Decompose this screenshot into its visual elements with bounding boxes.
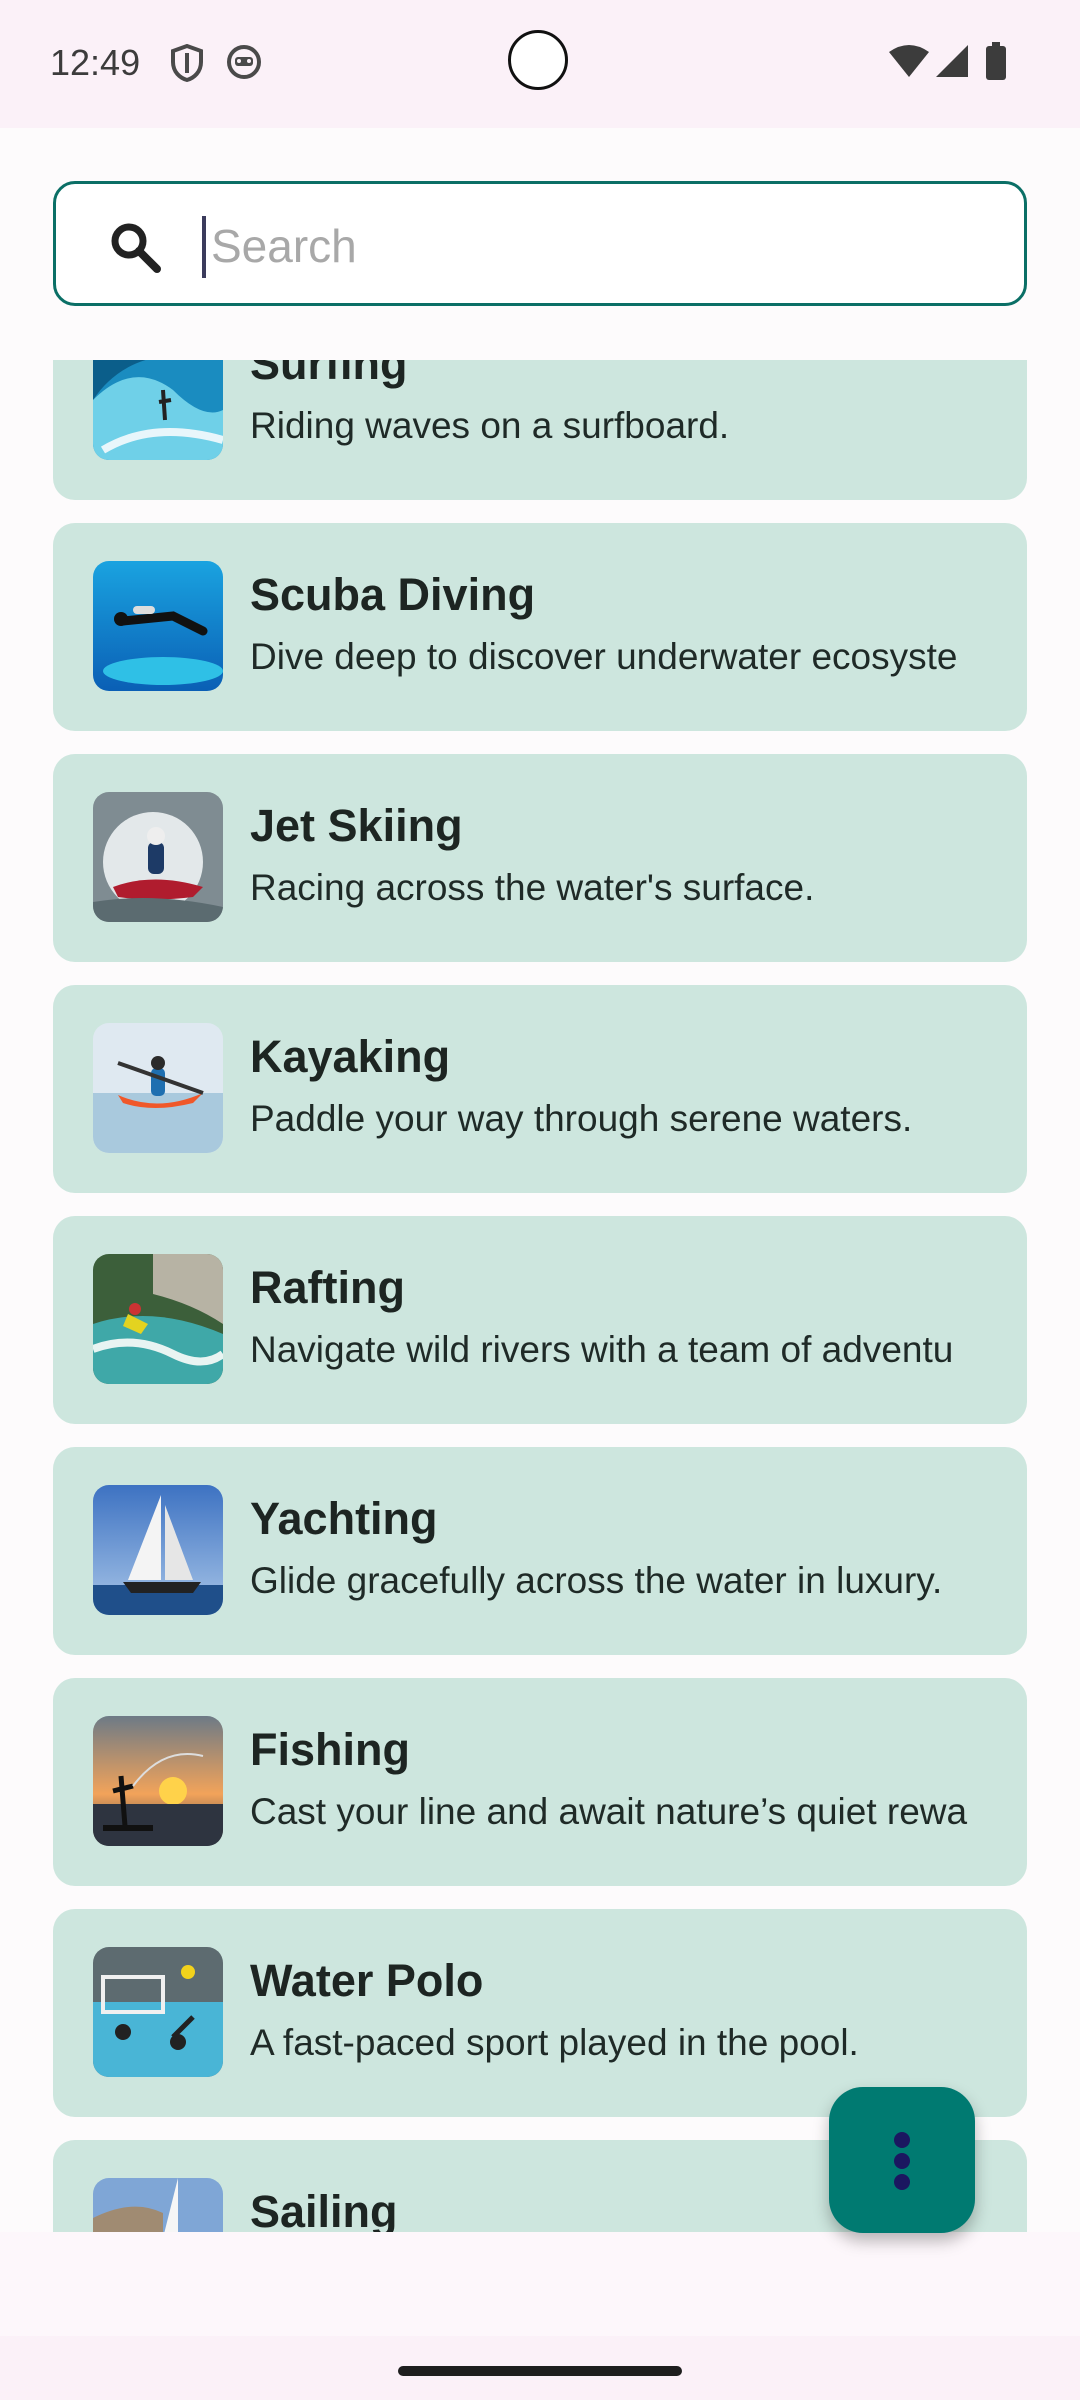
front-camera [508, 30, 568, 90]
search-icon [108, 220, 162, 279]
item-title: Water Polo [250, 1955, 484, 2006]
face-icon [226, 44, 262, 85]
search-input[interactable] [209, 202, 993, 290]
yacht-photo [93, 1485, 223, 1615]
status-time: 12:49 [50, 42, 141, 83]
item-description: Dive deep to discover underwater ecosyst… [250, 636, 958, 677]
list-item[interactable]: Jet Skiing Racing across the water's sur… [53, 754, 1027, 962]
rafting-photo [93, 1254, 223, 1384]
item-description: A fast-paced sport played in the pool. [250, 2022, 859, 2063]
fishing-photo [93, 1716, 223, 1846]
wifi-icon [888, 44, 930, 83]
item-description: Racing across the water's surface. [250, 867, 815, 908]
item-description: Cast your line and await nature’s quiet … [250, 1791, 968, 1832]
text-cursor [202, 216, 206, 278]
item-title: Sailing [250, 2186, 398, 2232]
scuba-photo [93, 561, 223, 691]
jetski-photo [93, 792, 223, 922]
list-item[interactable]: Surfing Riding waves on a surfboard. [53, 360, 1027, 500]
item-title: Yachting [250, 1493, 438, 1544]
item-description: Riding waves on a surfboard. [250, 405, 730, 446]
list-item[interactable]: Scuba Diving Dive deep to discover under… [53, 523, 1027, 731]
item-description: Navigate wild rivers with a team of adve… [250, 1329, 954, 1370]
sailing-photo [93, 2178, 223, 2232]
waterpolo-photo [93, 1947, 223, 2077]
kayak-photo [93, 1023, 223, 1153]
home-handle[interactable] [398, 2366, 682, 2376]
item-title: Surfing [250, 360, 408, 389]
battery-icon [985, 42, 1007, 85]
item-title: Fishing [250, 1724, 410, 1775]
signal-icon [935, 44, 969, 83]
item-description: Paddle your way through serene waters. [250, 1098, 913, 1139]
more-options-button[interactable] [829, 2087, 975, 2233]
item-title: Jet Skiing [250, 800, 463, 851]
list-item[interactable]: Water Polo A fast-paced sport played in … [53, 1909, 1027, 2117]
list-item[interactable]: Rafting Navigate wild rivers with a team… [53, 1216, 1027, 1424]
shield-icon [170, 43, 204, 87]
status-bar: 12:49 [0, 0, 1080, 128]
item-title: Scuba Diving [250, 569, 536, 620]
search-bar[interactable] [53, 181, 1027, 306]
item-title: Rafting [250, 1262, 405, 1313]
list-item[interactable]: Yachting Glide gracefully across the wat… [53, 1447, 1027, 1655]
surfing-photo [93, 360, 223, 460]
list-item[interactable]: Kayaking Paddle your way through serene … [53, 985, 1027, 1193]
list-item[interactable]: Fishing Cast your line and await nature’… [53, 1678, 1027, 1886]
activity-list[interactable]: Surfing Riding waves on a surfboard. Scu… [0, 360, 1080, 2232]
item-title: Kayaking [250, 1031, 451, 1082]
item-description: Glide gracefully across the water in lux… [250, 1560, 943, 1601]
